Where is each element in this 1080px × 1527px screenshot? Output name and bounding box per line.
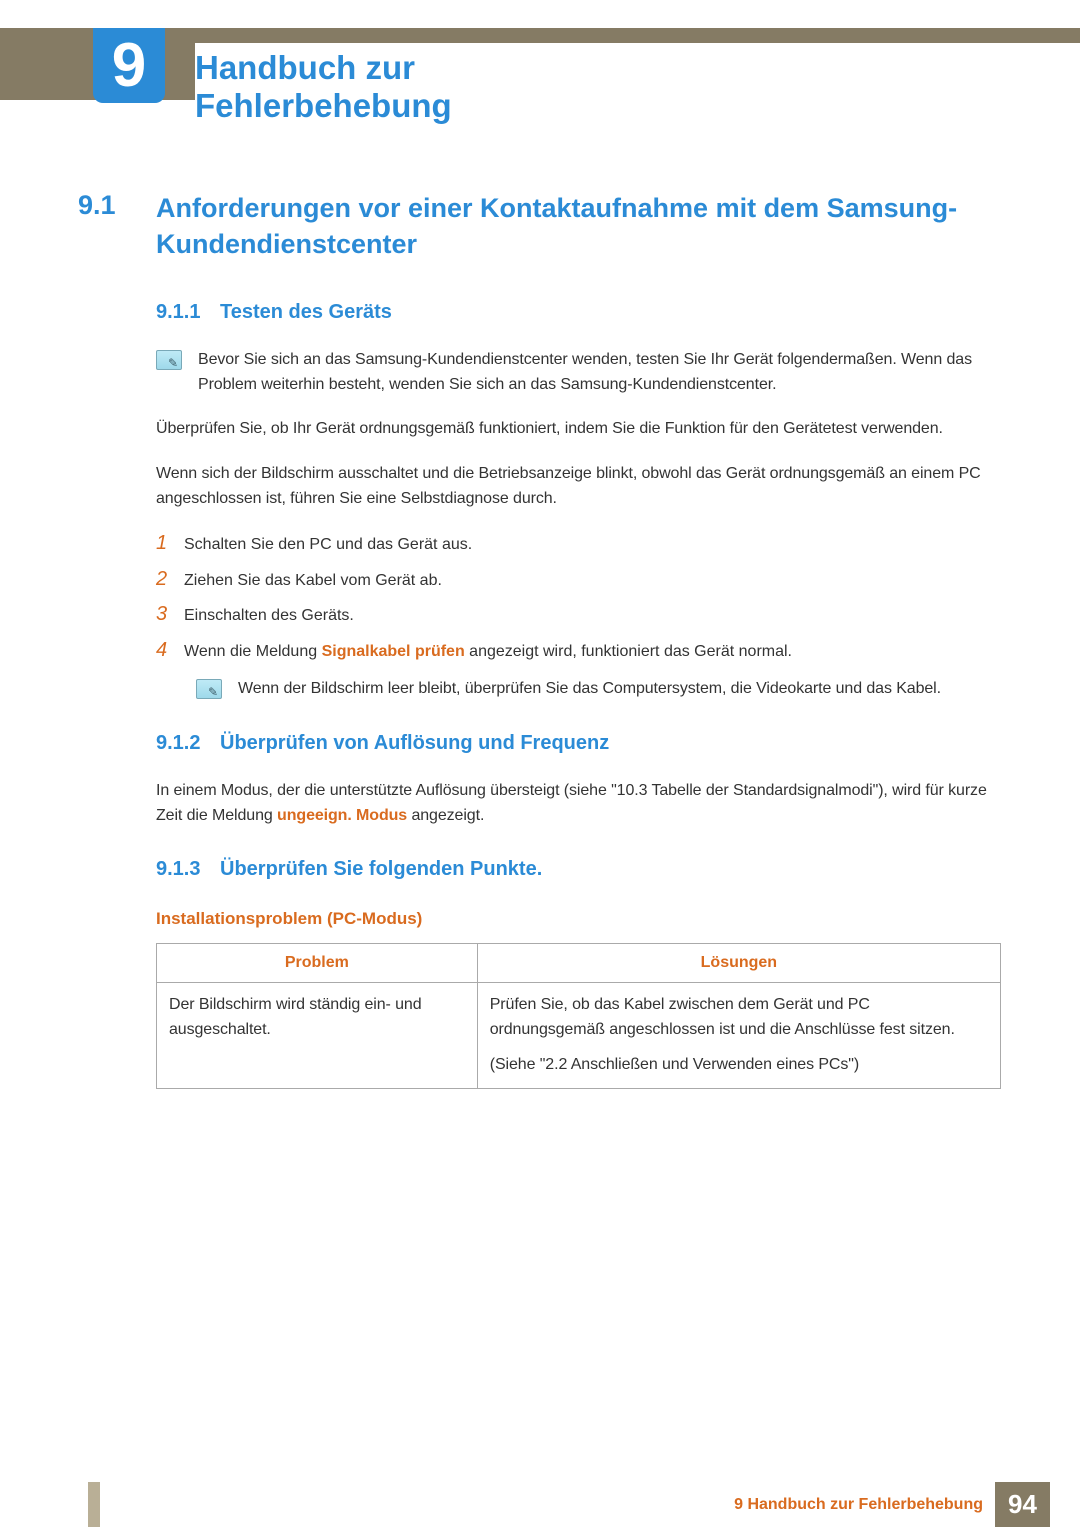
- list-number: 3: [156, 603, 184, 626]
- page-number: 94: [995, 1482, 1050, 1527]
- subsection-number: 9.1.1: [156, 301, 220, 324]
- th-solution: Lösungen: [477, 944, 1000, 983]
- solution-text: Prüfen Sie, ob das Kabel zwischen dem Ge…: [490, 993, 988, 1043]
- table-header-row: Problem Lösungen: [157, 944, 1001, 983]
- list-text: Einschalten des Geräts.: [184, 604, 354, 629]
- subsection-heading: 9.1.2 Überprüfen von Auflösung und Frequ…: [156, 732, 1002, 755]
- table-row: Der Bildschirm wird ständig ein- und aus…: [157, 983, 1001, 1088]
- text: angezeigt wird, funktioniert das Gerät n…: [465, 643, 792, 660]
- td-problem: Der Bildschirm wird ständig ein- und aus…: [157, 983, 478, 1088]
- list-item: 4 Wenn die Meldung Signalkabel prüfen an…: [156, 639, 1002, 665]
- note-block: Bevor Sie sich an das Samsung-Kundendien…: [156, 348, 1002, 398]
- ordered-list: 1 Schalten Sie den PC und das Gerät aus.…: [156, 532, 1002, 665]
- footer-chapter-label: 9 Handbuch zur Fehlerbehebung: [734, 1496, 983, 1514]
- text: Wenn die Meldung: [184, 643, 322, 660]
- subsection-heading: 9.1.3 Überprüfen Sie folgenden Punkte.: [156, 858, 1002, 881]
- note-block: Wenn der Bildschirm leer bleibt, überprü…: [196, 677, 1002, 702]
- note-icon: [156, 350, 182, 370]
- text: angezeigt.: [407, 807, 484, 824]
- footer-accent-bar: [88, 1482, 100, 1527]
- paragraph: Überprüfen Sie, ob Ihr Gerät ordnungsgem…: [156, 417, 1002, 442]
- section-number: 9.1: [78, 190, 156, 221]
- subsection-title: Überprüfen Sie folgenden Punkte.: [220, 858, 542, 881]
- paragraph: In einem Modus, der die unterstützte Auf…: [156, 779, 1002, 829]
- note-icon: [196, 679, 222, 699]
- section-title: Anforderungen vor einer Kontaktaufnahme …: [156, 190, 1002, 263]
- subsection-title: Testen des Geräts: [220, 301, 392, 324]
- page-footer: 9 Handbuch zur Fehlerbehebung 94: [0, 1482, 1080, 1527]
- page-content: 9.1 Anforderungen vor einer Kontaktaufna…: [78, 190, 1002, 1089]
- subsection-title: Überprüfen von Auflösung und Frequenz: [220, 732, 609, 755]
- th-problem: Problem: [157, 944, 478, 983]
- td-solution: Prüfen Sie, ob das Kabel zwischen dem Ge…: [477, 983, 1000, 1088]
- table-heading: Installationsproblem (PC-Modus): [156, 909, 1002, 929]
- note-text: Bevor Sie sich an das Samsung-Kundendien…: [198, 348, 1002, 398]
- chapter-title: Handbuch zur Fehlerbehebung: [195, 43, 1080, 131]
- subsection-number: 9.1.3: [156, 858, 220, 881]
- list-number: 4: [156, 639, 184, 662]
- list-text: Ziehen Sie das Kabel vom Gerät ab.: [184, 569, 442, 594]
- chapter-number-badge: 9: [93, 28, 165, 103]
- highlight-text: ungeeign. Modus: [277, 807, 407, 824]
- list-number: 2: [156, 568, 184, 591]
- subsection-number: 9.1.2: [156, 732, 220, 755]
- list-item: 1 Schalten Sie den PC und das Gerät aus.: [156, 532, 1002, 558]
- highlight-text: Signalkabel prüfen: [322, 643, 465, 660]
- list-text: Wenn die Meldung Signalkabel prüfen ange…: [184, 640, 792, 665]
- subsection-heading: 9.1.1 Testen des Geräts: [156, 301, 1002, 324]
- solution-ref: (Siehe "2.2 Anschließen und Verwenden ei…: [490, 1053, 988, 1078]
- section-heading: 9.1 Anforderungen vor einer Kontaktaufna…: [78, 190, 1002, 263]
- list-text: Schalten Sie den PC und das Gerät aus.: [184, 533, 472, 558]
- note-text: Wenn der Bildschirm leer bleibt, überprü…: [238, 677, 941, 702]
- troubleshooting-table: Problem Lösungen Der Bildschirm wird stä…: [156, 943, 1001, 1088]
- list-item: 2 Ziehen Sie das Kabel vom Gerät ab.: [156, 568, 1002, 594]
- list-number: 1: [156, 532, 184, 555]
- list-item: 3 Einschalten des Geräts.: [156, 603, 1002, 629]
- paragraph: Wenn sich der Bildschirm ausschaltet und…: [156, 462, 1002, 512]
